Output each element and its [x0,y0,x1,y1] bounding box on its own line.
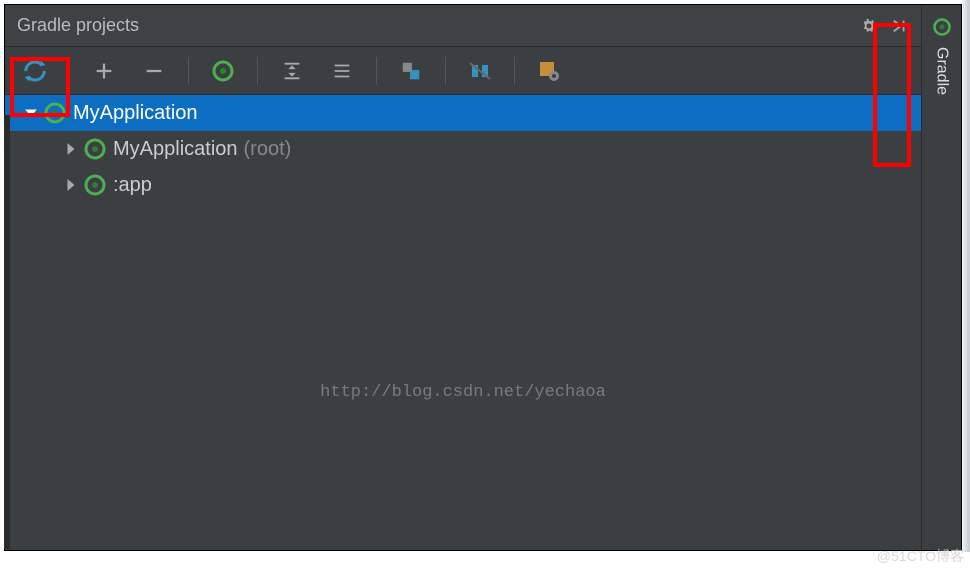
gradle-project-icon [83,137,107,161]
gear-icon[interactable] [859,16,879,36]
offline-button[interactable] [460,51,500,91]
gradle-icon-button[interactable] [203,51,243,91]
remove-button[interactable] [134,51,174,91]
chevron-right-icon[interactable] [59,142,83,156]
tree-node-suffix: (root) [244,138,292,161]
credit-text: @51CTO博客 [877,546,964,566]
tree-node-child[interactable]: MyApplication (root) [5,131,921,167]
project-tree: MyApplication MyApplication (root) [5,95,921,550]
tree-node-label: MyApplication [113,138,238,161]
expand-all-button[interactable] [272,51,312,91]
hide-icon[interactable] [891,17,909,35]
add-button[interactable] [84,51,124,91]
settings-button[interactable] [529,51,569,91]
chevron-right-icon[interactable] [59,178,83,192]
panel-title: Gradle projects [17,15,139,36]
side-tab-label: Gradle [933,47,951,95]
gradle-panel: Gradle projects [5,5,921,550]
gradle-project-icon [43,101,67,125]
collapse-all-button[interactable] [322,51,362,91]
watermark-text: http://blog.csdn.net/yechaoa [320,383,606,402]
refresh-button[interactable] [15,51,55,91]
tree-node-label: :app [113,174,152,197]
toolbar [5,47,921,95]
tree-node-child[interactable]: :app [5,167,921,203]
tree-node-root[interactable]: MyApplication [5,95,921,131]
modules-button[interactable] [391,51,431,91]
gradle-side-tab[interactable]: Gradle [921,5,961,550]
gradle-icon [932,17,952,37]
tree-node-label: MyApplication [73,102,198,125]
chevron-down-icon[interactable] [19,106,43,120]
panel-header: Gradle projects [5,5,921,47]
gradle-project-icon [83,173,107,197]
